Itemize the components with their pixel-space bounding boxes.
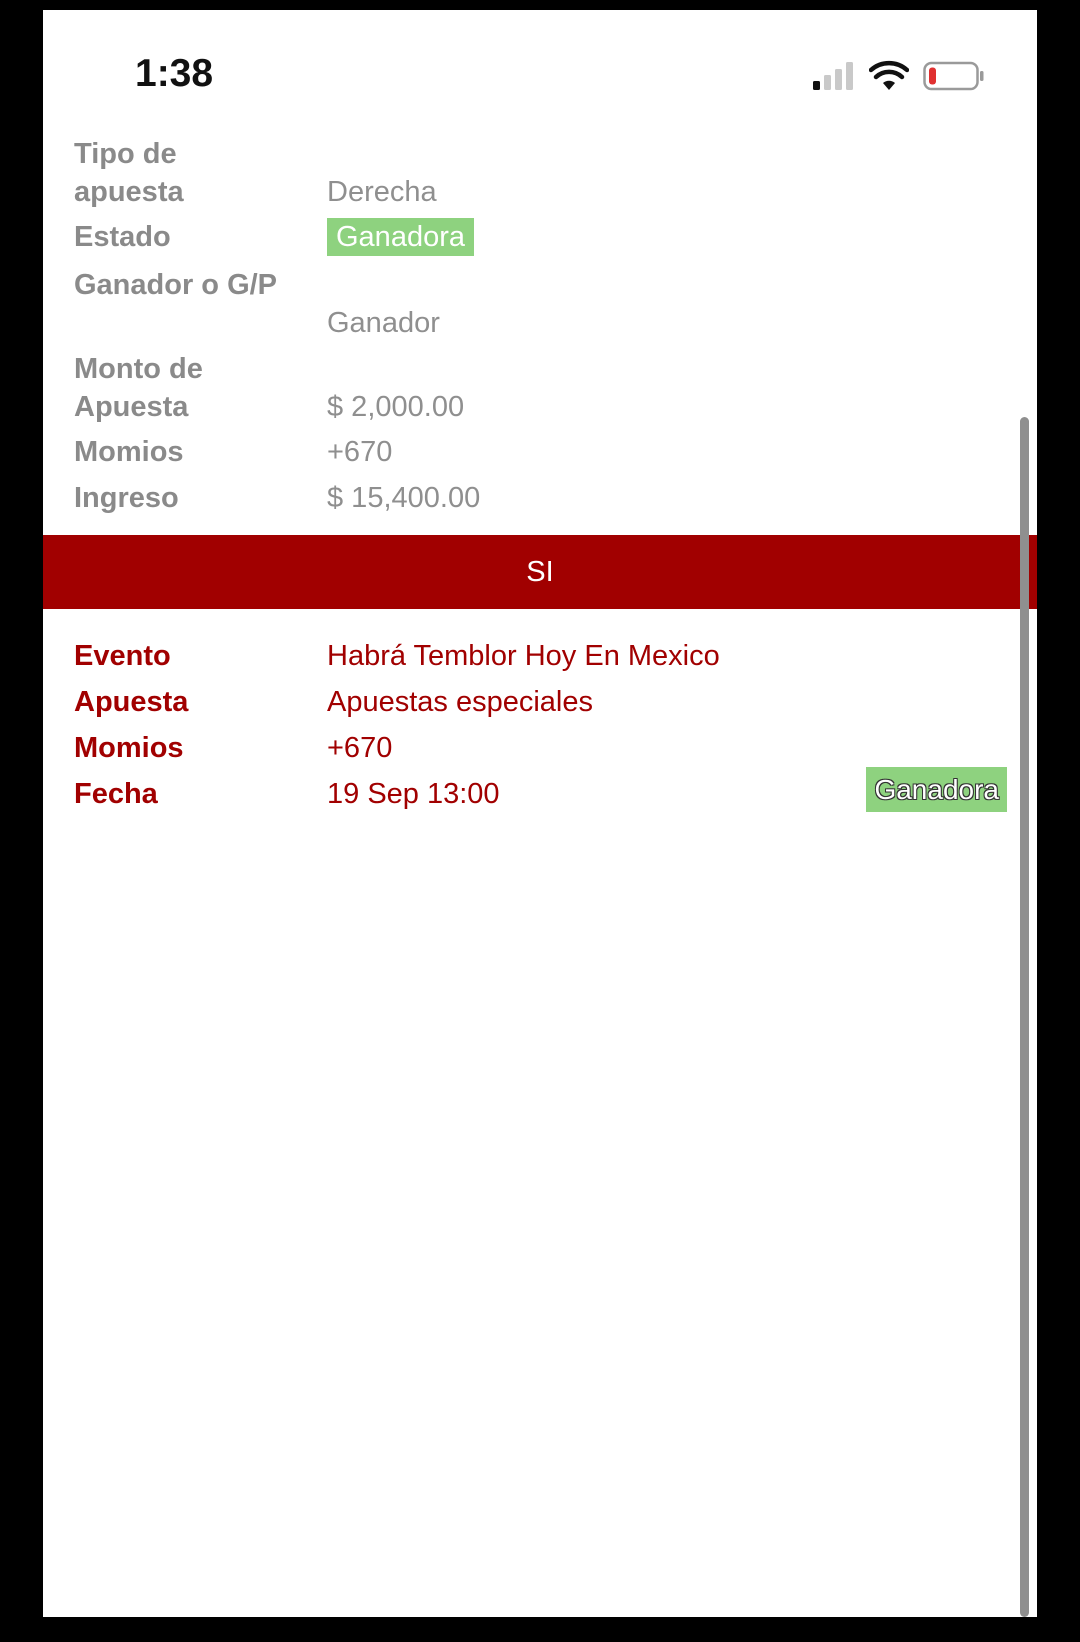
winner-value: Ganador xyxy=(327,307,440,339)
status-bar: 1:38 xyxy=(43,10,1037,128)
stake-label: Monto de Apuesta xyxy=(74,353,203,423)
selection-status-badge: Ganadora xyxy=(866,767,1007,812)
payout-label: Ingreso xyxy=(74,482,179,514)
selection-odds-label: Momios xyxy=(74,732,184,764)
scrollbar[interactable] xyxy=(1020,417,1029,1617)
event-label: Evento xyxy=(74,640,171,672)
date-value: 19 Sep 13:00 xyxy=(327,778,500,810)
event-value: Habrá Temblor Hoy En Mexico xyxy=(327,640,720,672)
bet-row: Apuesta Apuestas especiales xyxy=(74,683,1014,727)
phone-screen: 1:38 Tipo de apuesta Derecha Estado Gana… xyxy=(43,10,1037,1617)
selection-banner[interactable]: SI xyxy=(43,535,1037,609)
cellular-signal-icon xyxy=(813,62,853,90)
status-value: Ganadora xyxy=(327,218,474,256)
status-icons xyxy=(811,56,985,96)
bet-value: Apuestas especiales xyxy=(327,686,593,718)
stake-row: Monto de Apuesta $ 2,000.00 xyxy=(74,350,1014,430)
payout-row: Ingreso $ 15,400.00 xyxy=(74,479,1014,523)
stake-value: $ 2,000.00 xyxy=(327,391,465,423)
odds-label: Momios xyxy=(74,436,184,468)
odds-value: +670 xyxy=(327,436,393,468)
bet-type-row: Tipo de apuesta Derecha xyxy=(74,135,1014,215)
status-row: Estado Ganadora xyxy=(74,218,1014,262)
winner-label: Ganador o G/P xyxy=(74,269,278,301)
bet-type-label: Tipo de apuesta xyxy=(74,138,184,208)
status-label: Estado xyxy=(74,221,171,253)
status-badge: Ganadora xyxy=(327,218,474,256)
payout-value: $ 15,400.00 xyxy=(327,482,481,514)
event-row: Evento Habrá Temblor Hoy En Mexico xyxy=(74,637,1014,681)
date-label: Fecha xyxy=(74,778,158,810)
selection-odds-value: +670 xyxy=(327,732,393,764)
wifi-icon xyxy=(869,60,909,90)
bet-label: Apuesta xyxy=(74,686,189,718)
winner-row: Ganador o G/P Ganador xyxy=(74,266,1014,346)
battery-low-icon xyxy=(923,61,984,91)
odds-row: Momios +670 xyxy=(74,433,1014,477)
bet-type-value: Derecha xyxy=(327,176,437,208)
status-time: 1:38 xyxy=(135,52,214,95)
